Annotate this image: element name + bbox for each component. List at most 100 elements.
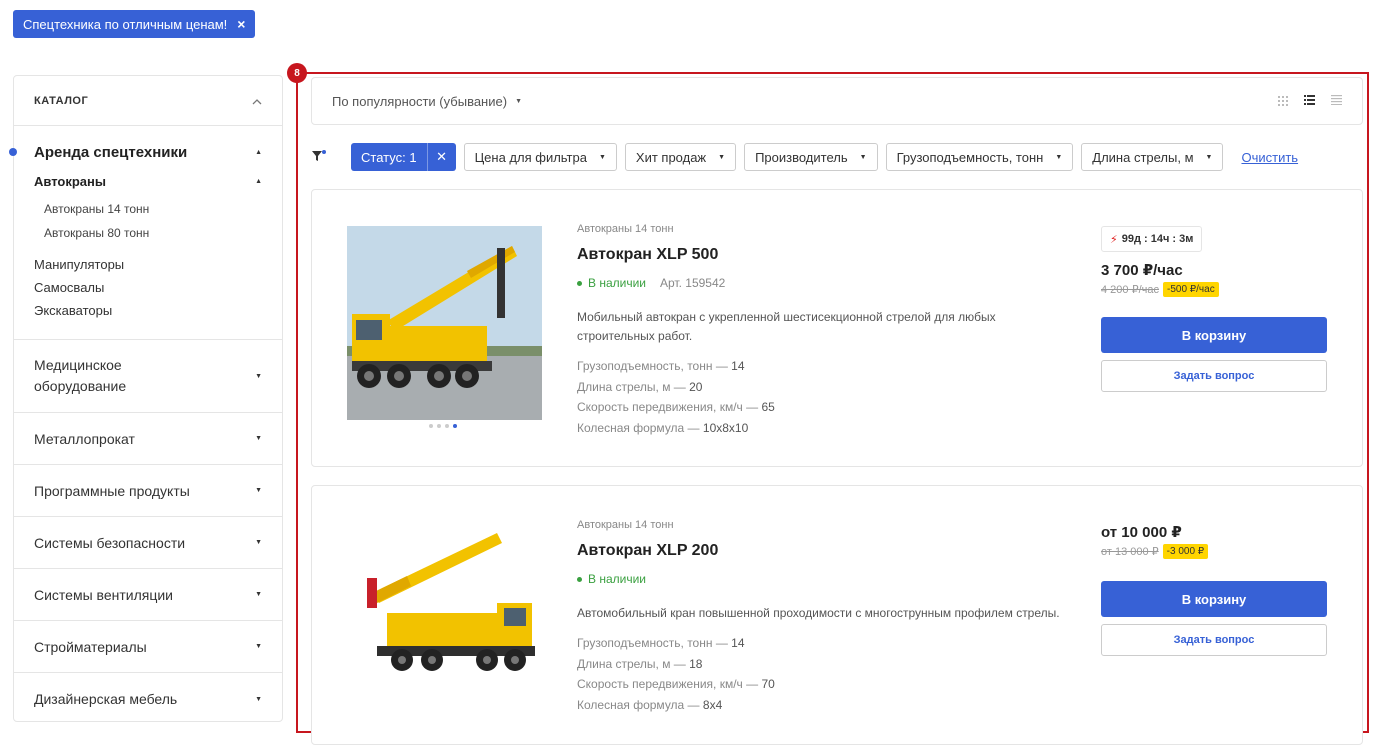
caret-down-icon[interactable]: ▼	[255, 539, 262, 546]
sidebar-item-label: Аренда спецтехники	[34, 143, 188, 161]
promo-filter-tag[interactable]: Спецтехника по отличным ценам! ×	[13, 10, 256, 38]
product-category[interactable]: Автокраны 14 тонн	[577, 519, 1067, 531]
product-image[interactable]	[347, 226, 542, 420]
product-card: Автокраны 14 тонн Автокран XLP 500 В нал…	[311, 189, 1363, 467]
highlight-badge: 8	[287, 63, 307, 83]
caret-down-icon: ▼	[598, 153, 606, 161]
filter-icon[interactable]	[311, 149, 327, 165]
sidebar-item-label: Медицинское оборудование	[34, 357, 127, 394]
sidebar-item-manipulators[interactable]: Манипуляторы	[14, 253, 282, 276]
sidebar-item-medical[interactable]: Медицинское оборудование ▼	[14, 340, 282, 413]
sidebar-item-cranes-14[interactable]: Автокраны 14 тонн	[14, 197, 282, 221]
catalog-open-section: Аренда спецтехники ▲ Автокраны ▲ Автокра…	[9, 126, 282, 340]
product-title[interactable]: Автокран XLP 500	[577, 246, 1067, 264]
status-dot-icon	[577, 280, 582, 286]
caret-down-icon[interactable]: ▼	[255, 366, 262, 387]
sidebar-item-rent[interactable]: Аренда спецтехники ▲	[14, 140, 282, 164]
property-row: Длина стрелы, м — 20	[577, 379, 703, 394]
product-image[interactable]	[347, 518, 542, 708]
add-to-cart-button[interactable]: В корзину	[1101, 317, 1327, 353]
sidebar-item-dump-trucks[interactable]: Самосвалы	[14, 276, 282, 299]
caret-up-icon[interactable]: ▲	[255, 178, 262, 185]
status-dot-icon	[577, 576, 582, 582]
availability-label: В наличии	[588, 276, 647, 290]
ask-question-button[interactable]: Задать вопрос	[1101, 624, 1327, 656]
caret-up-icon[interactable]: ▲	[255, 149, 262, 156]
availability-row: В наличии	[577, 572, 1067, 586]
filter-boom-length[interactable]: Длина стрелы, м ▼	[1081, 143, 1224, 171]
old-price: 4 200 ₽/час	[1101, 284, 1159, 296]
sidebar-item-software[interactable]: Программные продукты ▼	[14, 465, 282, 517]
sidebar-item-furniture[interactable]: Дизайнерская мебель ▼	[14, 673, 282, 725]
property-row: Скорость передвижения, км/ч — 70	[577, 677, 775, 691]
product-description: Автомобильный кран повышенной проходимос…	[577, 606, 1060, 620]
sidebar-item-security[interactable]: Системы безопасности ▼	[14, 517, 282, 569]
chevron-up-icon[interactable]	[252, 94, 262, 108]
sort-dropdown[interactable]: По популярности (убывание) ▼	[332, 94, 522, 109]
sidebar-item-metal[interactable]: Металлопрокат ▼	[14, 413, 282, 465]
product-info: Автокраны 14 тонн Автокран XLP 500 В нал…	[577, 223, 1067, 438]
close-icon[interactable]: ✕	[428, 143, 456, 171]
catalog-header[interactable]: КАТАЛОГ	[14, 76, 282, 126]
grid-view-icon[interactable]	[1278, 96, 1288, 106]
caret-down-icon: ▼	[1055, 153, 1063, 161]
sidebar-item-label: Экскаваторы	[34, 303, 113, 318]
sidebar-item-materials[interactable]: Стройматериалы ▼	[14, 621, 282, 673]
sidebar-item-cranes[interactable]: Автокраны ▲	[14, 170, 282, 192]
buy-block: от 10 000 ₽ от 13 000 ₽ -3 000 ₽ В корзи…	[1101, 523, 1327, 656]
discount-badge: -500 ₽/час	[1163, 282, 1219, 297]
close-icon[interactable]: ×	[237, 16, 245, 32]
caret-down-icon[interactable]: ▼	[255, 487, 262, 494]
sidebar-item-label: Автокраны 14 тонн	[44, 202, 150, 216]
filter-bar: Статус: 1 ✕ Цена для фильтра ▼ Хит прода…	[311, 143, 1298, 171]
caret-down-icon: ▼	[1205, 153, 1213, 161]
sidebar-item-cranes-80[interactable]: Автокраны 80 тонн	[14, 221, 282, 245]
image-pagination[interactable]	[429, 424, 457, 428]
add-to-cart-button[interactable]: В корзину	[1101, 581, 1327, 617]
sidebar-item-ventilation[interactable]: Системы вентиляции ▼	[14, 569, 282, 621]
sidebar-item-label: Самосвалы	[34, 280, 105, 295]
caret-down-icon[interactable]: ▼	[255, 435, 262, 442]
product-category[interactable]: Автокраны 14 тонн	[577, 223, 1067, 235]
sidebar-item-label: Металлопрокат	[34, 430, 135, 447]
product-properties: Грузоподъемность, тонн — 14 Длина стрелы…	[577, 633, 1067, 715]
clear-filters-link[interactable]: Очистить	[1241, 150, 1298, 165]
caret-down-icon[interactable]: ▼	[255, 591, 262, 598]
ask-question-button[interactable]: Задать вопрос	[1101, 360, 1327, 392]
promo-tag-label: Спецтехника по отличным ценам!	[23, 16, 228, 32]
buy-block: ⚡ 99д : 14ч : 3м 3 700 ₽/час 4 200 ₽/час…	[1101, 226, 1327, 392]
discount-badge: -3 000 ₽	[1162, 544, 1209, 559]
sidebar-item-label: Автокраны	[34, 173, 106, 189]
filter-manufacturer[interactable]: Производитель ▼	[744, 143, 878, 171]
property-row: Скорость передвижения, км/ч — 65	[577, 400, 775, 414]
view-switcher	[1278, 92, 1342, 110]
sidebar-item-label: Автокраны 80 тонн	[44, 226, 150, 240]
product-properties: Грузоподъемность, тонн — 14 Длина стрелы…	[577, 356, 1067, 438]
old-price-row: от 13 000 ₽ -3 000 ₽	[1101, 544, 1327, 559]
caret-down-icon[interactable]: ▼	[255, 696, 262, 703]
product-card: Автокраны 14 тонн Автокран XLP 200 В нал…	[311, 485, 1363, 745]
availability-label: В наличии	[588, 572, 647, 586]
filter-price[interactable]: Цена для фильтра ▼	[463, 143, 617, 171]
old-price-row: 4 200 ₽/час -500 ₽/час	[1101, 282, 1327, 297]
filter-bestseller[interactable]: Хит продаж ▼	[624, 143, 737, 171]
filter-active-dot	[322, 150, 326, 154]
caret-down-icon: ▼	[515, 97, 522, 105]
filter-label: Производитель	[755, 149, 848, 165]
product-info: Автокраны 14 тонн Автокран XLP 200 В нал…	[577, 519, 1067, 715]
caret-down-icon: ▼	[718, 153, 726, 161]
filter-capacity[interactable]: Грузоподъемность, тонн ▼	[885, 143, 1074, 171]
sidebar-item-label: Системы вентиляции	[34, 586, 173, 603]
sidebar-item-excavators[interactable]: Экскаваторы	[14, 299, 282, 322]
caret-down-icon[interactable]: ▼	[255, 643, 262, 650]
status-filter-chip[interactable]: Статус: 1 ✕	[351, 143, 456, 171]
price: 3 700 ₽/час	[1101, 262, 1183, 279]
product-title[interactable]: Автокран XLP 200	[577, 542, 1067, 560]
table-view-icon[interactable]	[1331, 92, 1342, 110]
property-row: Грузоподъемность, тонн — 14	[577, 359, 745, 373]
filter-label: Грузоподъемность, тонн	[896, 149, 1044, 165]
list-view-icon[interactable]	[1304, 92, 1315, 110]
filter-label: Хит продаж	[635, 149, 707, 165]
price: от 10 000 ₽	[1101, 524, 1182, 541]
status-chip-label: Статус: 1	[351, 143, 428, 171]
